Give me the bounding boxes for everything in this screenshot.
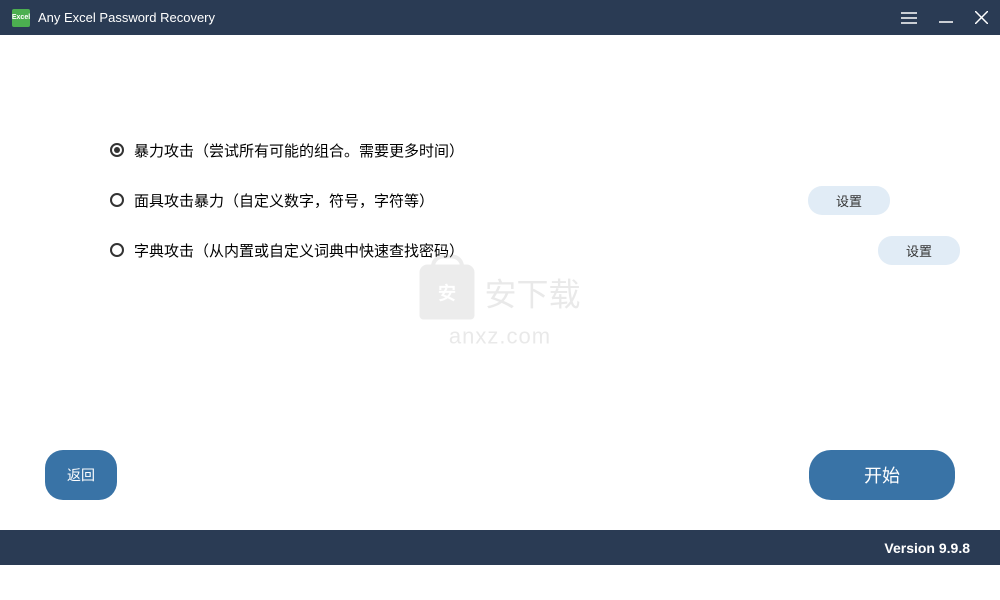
label-dictionary-attack: 字典攻击（从内置或自定义词典中快速查找密码） [134,240,878,261]
menu-button[interactable] [901,12,917,24]
settings-mask-button[interactable]: 设置 [808,186,890,215]
version-label: Version 9.9.8 [884,540,970,556]
app-title: Any Excel Password Recovery [38,10,901,25]
action-buttons: 返回 开始 [45,450,955,500]
option-dictionary-attack: 字典攻击（从内置或自定义词典中快速查找密码） 设置 [110,235,890,265]
window-controls [901,11,988,25]
label-mask-attack: 面具攻击暴力（自定义数字，符号，字符等） [134,190,808,211]
option-mask-attack: 面具攻击暴力（自定义数字，符号，字符等） 设置 [110,185,890,215]
radio-dictionary-attack[interactable] [110,243,124,257]
watermark: 安下载 anxz.com [419,265,580,350]
main-content: 暴力攻击（尝试所有可能的组合。需要更多时间） 面具攻击暴力（自定义数字，符号，字… [0,35,1000,530]
titlebar: Excel Any Excel Password Recovery [0,0,1000,35]
radio-mask-attack[interactable] [110,193,124,207]
footer: Version 9.9.8 [0,530,1000,565]
label-brute-force: 暴力攻击（尝试所有可能的组合。需要更多时间） [134,140,890,161]
option-brute-force: 暴力攻击（尝试所有可能的组合。需要更多时间） [110,135,890,165]
watermark-icon [419,265,474,320]
close-button[interactable] [975,11,988,24]
watermark-url: anxz.com [449,324,551,350]
radio-brute-force[interactable] [110,143,124,157]
app-icon: Excel [12,9,30,27]
start-button[interactable]: 开始 [809,450,955,500]
back-button[interactable]: 返回 [45,450,117,500]
settings-dictionary-button[interactable]: 设置 [878,236,960,265]
watermark-text: 安下载 [484,269,580,315]
minimize-button[interactable] [939,11,953,25]
